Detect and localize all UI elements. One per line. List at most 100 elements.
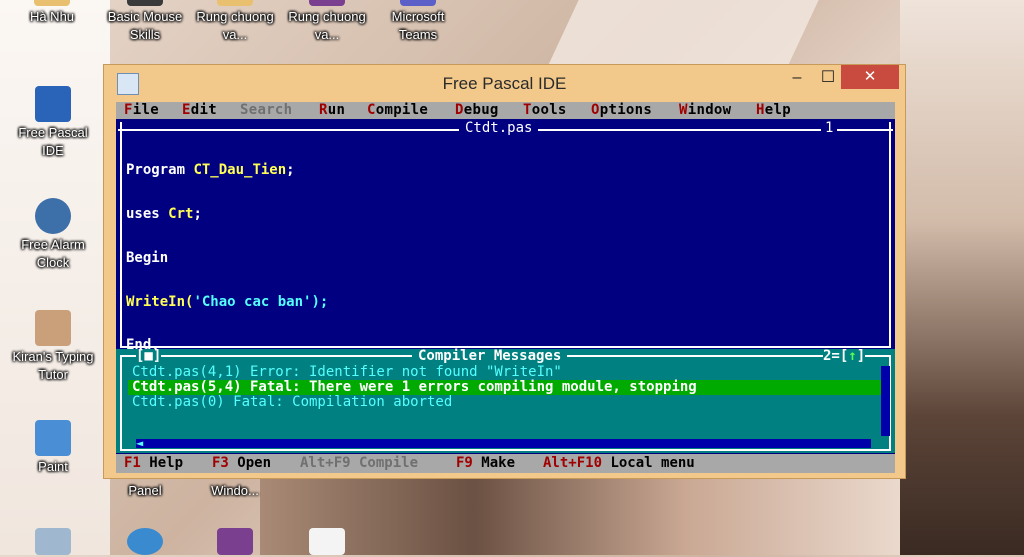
menu-hotkey: D [455,102,464,118]
menu-label: ompile [375,102,429,118]
code-string: 'Chao cac ban'); [193,293,329,310]
menu-bar: File Edit Search Run Compile Debug Tools… [116,102,895,119]
recycle-bin-icon [35,528,71,555]
menu-hotkey: S [240,102,249,118]
menu-options[interactable]: Options [591,103,652,118]
menu-label: earch [248,102,293,118]
status-label: Compile [350,455,419,471]
mouse-skills-icon [127,0,163,6]
compiler-messages-window[interactable]: [■] Compiler Messages 2=[↑] Ctdt.pas(4,1… [116,349,895,453]
code-identifier: Crt [168,205,194,222]
minimize-button[interactable]: – [783,67,811,89]
desktop-icon-free-pascal-ide[interactable]: Free Pascal IDE [6,86,100,160]
scroll-left-icon[interactable]: ◄ [136,436,143,451]
status-compile[interactable]: Alt+F9 Compile [300,456,418,471]
desktop-icon-basic-mouse-skills[interactable]: Basic Mouse Skills [98,0,192,44]
maximize-button[interactable]: ☐ [814,67,842,89]
code-text: uses [126,205,169,222]
archive-icon [309,0,345,6]
document-icon [309,528,345,555]
code-identifier: CT_Dau_Tien [193,162,287,179]
desktop-icon-label: Panel [128,483,162,498]
desktop-icon-label: Rung chuong va... [196,9,274,42]
status-open[interactable]: F3 Open [212,456,271,471]
folder-icon [217,0,253,6]
menu-help[interactable]: Help [756,103,791,118]
desktop-icon-windows[interactable]: Windo... [188,482,282,500]
close-button[interactable]: ✕ [841,65,899,89]
wallpaper-right [900,0,1024,555]
desktop-icon-microsoft-teams[interactable]: Microsoft Teams [371,0,465,44]
code-text: Program [126,162,194,179]
desktop-icon-label: Hà Nhu [29,9,75,24]
desktop-icon-network[interactable] [98,528,192,557]
status-bar: F1 Help F3 Open Alt+F9 Compile F9 Make A… [116,454,895,473]
menu-label: ebug [463,102,499,118]
menu-compile[interactable]: Compile [367,103,428,118]
desktop-icon-archive[interactable] [188,528,282,557]
code-text: ; [193,205,202,222]
menu-label: ile [132,102,159,118]
status-label: Make [472,455,516,471]
code-line: Program CT_Dau_Tien; [126,163,328,178]
desktop-icon-rung-chuong-2[interactable]: Rung chuong va... [280,0,374,44]
menu-hotkey: R [319,102,328,118]
message-line[interactable]: Ctdt.pas(0) Fatal: Compilation aborted [132,395,452,410]
desktop-icon-paint[interactable]: Paint [6,420,100,476]
messages-close-button[interactable]: [■] [136,348,162,364]
zoom-icon[interactable]: ↑ [848,348,856,364]
message-line[interactable]: Ctdt.pas(4,1) Error: Identifier not foun… [132,365,562,380]
ide-screen: File Edit Search Run Compile Debug Tools… [116,102,895,473]
desktop-icon-label: Basic Mouse Skills [107,9,183,42]
menu-window[interactable]: Window [679,103,731,118]
desktop-icon-ha-nhu[interactable]: Hà Nhu [5,0,99,26]
status-label: Help [140,455,184,471]
message-line-selected[interactable]: Ctdt.pas(5,4) Fatal: There were 1 errors… [128,380,887,395]
status-key: F1 [124,455,141,471]
globe-icon [127,528,163,555]
menu-debug[interactable]: Debug [455,103,499,118]
desktop-icon-label: Microsoft Teams [391,9,445,42]
menu-hotkey: F [124,102,133,118]
ide-window[interactable]: Free Pascal IDE – ☐ ✕ File Edit Search R… [103,64,906,479]
code-line: Begin [126,249,328,266]
desktop-icon-recycle-bin[interactable] [6,528,100,557]
desktop-icon-free-alarm-clock[interactable]: Free Alarm Clock [6,198,100,272]
messages-vertical-scrollbar[interactable] [881,366,890,436]
folder-icon [34,0,70,6]
window-number-text: 2=[ [823,348,849,364]
code-text: Begin [126,249,169,266]
menu-label: elp [764,102,791,118]
menu-hotkey: T [523,102,532,118]
status-help[interactable]: F1 Help [124,456,183,471]
desktop-icon-label: Paint [38,459,68,474]
status-make[interactable]: F9 Make [456,456,515,471]
status-local-menu[interactable]: Alt+F10 Local menu [543,456,695,471]
messages-horizontal-scrollbar[interactable]: ◄ [136,436,871,451]
teams-icon [400,0,436,6]
menu-edit[interactable]: Edit [182,103,217,118]
menu-tools[interactable]: Tools [523,103,567,118]
menu-run[interactable]: Run [319,103,345,118]
code-text: ; [286,162,295,179]
desktop-icon-document[interactable] [280,528,374,557]
menu-hotkey: H [756,102,765,118]
close-glyph: [■] [136,348,162,364]
desktop-icon-label: Kiran's Typing Tutor [12,349,94,382]
window-titlebar[interactable]: Free Pascal IDE – ☐ ✕ [104,65,905,99]
source-code[interactable]: Program CT_Dau_Tien; uses Crt; Begin Wri… [126,134,328,382]
menu-search[interactable]: Search [240,103,292,118]
menu-file[interactable]: File [124,103,159,118]
desktop-icon-kirans-typing-tutor[interactable]: Kiran's Typing Tutor [6,310,100,384]
status-key: Alt+F10 [543,455,603,471]
code-identifier: WriteIn( [126,293,194,310]
desktop-icon-panel[interactable]: Panel [98,482,192,500]
menu-label: ptions [599,102,653,118]
messages-window-number: 2=[↑] [823,348,866,364]
messages-title: Compiler Messages [412,349,568,364]
menu-hotkey: C [367,102,376,118]
menu-label: indow [687,102,732,118]
archive-icon [217,528,253,555]
desktop-icon-rung-chuong-1[interactable]: Rung chuong va... [188,0,282,44]
desktop-icon-label: Free Alarm Clock [21,237,85,270]
